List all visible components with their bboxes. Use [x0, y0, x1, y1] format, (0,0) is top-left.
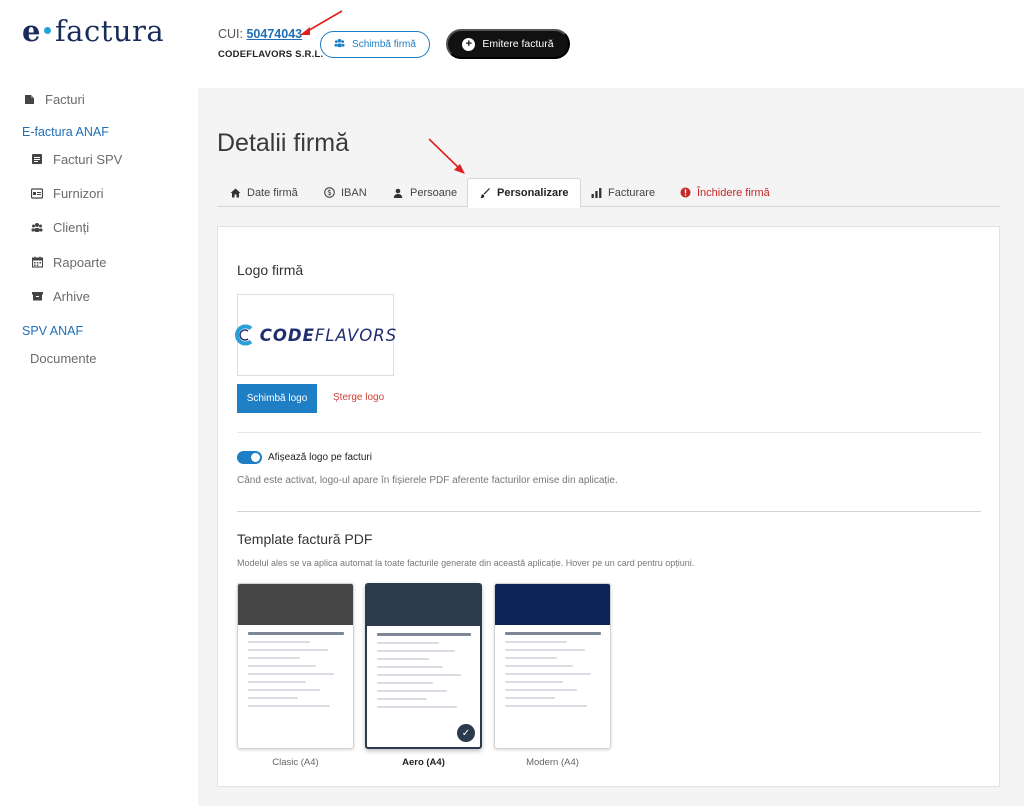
home-icon	[229, 187, 241, 199]
sidebar-item-rapoarte[interactable]: Rapoarte	[30, 249, 106, 275]
calendar-icon	[30, 255, 44, 269]
selected-check-icon: ✓	[457, 724, 475, 742]
template-card-modern[interactable]	[494, 583, 611, 749]
emit-invoice-label: Emitere factură	[482, 38, 554, 50]
brand-logo[interactable]: e factura	[22, 14, 164, 48]
show-logo-toggle[interactable]	[237, 451, 262, 464]
tab-bar: Date firmă $ IBAN Persoane Personalizare…	[217, 178, 1000, 208]
document-icon	[22, 92, 36, 106]
template-preview-lines	[238, 625, 353, 720]
codeflavors-logo-text: CODEFLAVORS	[260, 326, 397, 345]
codeflavors-logo-mark	[234, 324, 253, 346]
sidebar-item-label: Arhive	[53, 288, 90, 304]
plus-circle-icon: +	[462, 37, 476, 51]
card-icon	[30, 186, 44, 200]
tab-label: IBAN	[341, 186, 367, 199]
template-card-aero[interactable]: ✓	[365, 583, 482, 749]
page-title: Detalii firmă	[217, 129, 349, 157]
section-divider	[237, 432, 981, 433]
show-logo-help: Când este activat, logo-ul apare în fiși…	[237, 475, 618, 486]
bar-chart-icon	[590, 187, 602, 199]
cui-link[interactable]: 50474043	[246, 27, 302, 41]
template-label-aero: Aero (A4)	[402, 757, 445, 768]
brand-logo-text: factura	[54, 14, 165, 48]
users-icon	[334, 38, 345, 51]
delete-logo-link[interactable]: Șterge logo	[333, 392, 384, 403]
sidebar-item-label: Facturi	[45, 91, 85, 107]
tab-date-firma[interactable]: Date firmă	[229, 178, 298, 207]
cui-line: CUI: 50474043	[218, 27, 302, 41]
sidebar: e factura Facturi E-factura ANAF Facturi …	[0, 0, 198, 806]
template-preview-lines	[367, 626, 480, 721]
sidebar-section-efactura: E-factura ANAF	[22, 125, 109, 139]
emit-invoice-button[interactable]: + Emitere factură	[446, 29, 570, 59]
tab-label: Date firmă	[247, 186, 298, 199]
template-card-clasic[interactable]	[237, 583, 354, 749]
tab-label: Facturare	[608, 186, 656, 199]
brand-logo-e: e	[22, 14, 41, 48]
tab-label: Persoane	[410, 186, 458, 199]
cui-label: CUI:	[218, 27, 243, 41]
sidebar-item-documente[interactable]: Documente	[30, 345, 96, 371]
sidebar-item-facturi-spv[interactable]: Facturi SPV	[30, 146, 122, 172]
template-header-band	[238, 584, 353, 625]
switch-company-button[interactable]: Schimbă firmă	[320, 31, 430, 58]
personalization-card: Logo firmă CODEFLAVORS Schimbă logo Șter…	[217, 226, 1000, 787]
template-label-modern: Modern (A4)	[526, 757, 579, 768]
svg-text:$: $	[327, 188, 332, 197]
sidebar-item-furnizori[interactable]: Furnizori	[30, 180, 104, 206]
template-label-clasic: Clasic (A4)	[272, 757, 319, 768]
alert-icon	[679, 187, 691, 199]
dollar-icon: $	[323, 187, 335, 199]
brush-icon	[479, 187, 491, 199]
invoice-icon	[30, 152, 44, 166]
sidebar-item-clienti[interactable]: Clienți	[30, 214, 89, 240]
template-preview-lines	[495, 625, 610, 720]
sidebar-item-label: Facturi SPV	[53, 151, 123, 167]
template-header-band	[495, 584, 610, 625]
sidebar-item-label: Rapoarte	[53, 254, 107, 270]
section-divider	[237, 511, 981, 512]
template-section-help: Modelul ales se va aplica automat la toa…	[237, 558, 695, 568]
sidebar-item-label: Documente	[30, 350, 97, 366]
top-header: CUI: 50474043 CODEFLAVORS S.R.L. Schimbă…	[198, 0, 1024, 88]
sidebar-item-facturi[interactable]: Facturi	[22, 86, 85, 112]
logo-section-title: Logo firmă	[237, 262, 304, 278]
tab-label: Personalizare	[497, 187, 569, 199]
archive-icon	[30, 289, 44, 303]
tab-facturare[interactable]: Facturare	[590, 178, 655, 207]
main-content: Detalii firmă Date firmă $ IBAN Persoane…	[198, 88, 1024, 806]
brand-logo-dot	[43, 27, 51, 34]
logo-text-light: FLAVORS	[314, 325, 398, 345]
sidebar-item-label: Furnizori	[53, 185, 104, 201]
tab-label: Închidere firmă	[697, 186, 770, 199]
sidebar-item-label: Clienți	[53, 219, 90, 235]
template-section-title: Template factură PDF	[237, 531, 373, 547]
sidebar-item-arhive[interactable]: Arhive	[30, 283, 90, 309]
tab-personalizare[interactable]: Personalizare	[467, 178, 581, 208]
company-logo-preview: CODEFLAVORS	[234, 294, 397, 376]
template-header-band	[367, 585, 480, 626]
users-icon	[30, 220, 44, 234]
show-logo-toggle-label: Afișează logo pe facturi	[268, 452, 372, 463]
tab-iban[interactable]: $ IBAN	[323, 178, 367, 207]
logo-text-bold: CODE	[259, 325, 315, 345]
switch-company-label: Schimbă firmă	[352, 39, 416, 50]
codeflavors-logo: CODEFLAVORS	[234, 324, 397, 346]
tab-persoane[interactable]: Persoane	[392, 178, 457, 207]
sidebar-section-spv: SPV ANAF	[22, 324, 84, 338]
tab-inchidere-firma[interactable]: Închidere firmă	[679, 178, 770, 207]
person-icon	[392, 187, 404, 199]
company-name: CODEFLAVORS S.R.L.	[218, 49, 324, 60]
change-logo-button[interactable]: Schimbă logo	[237, 384, 317, 413]
